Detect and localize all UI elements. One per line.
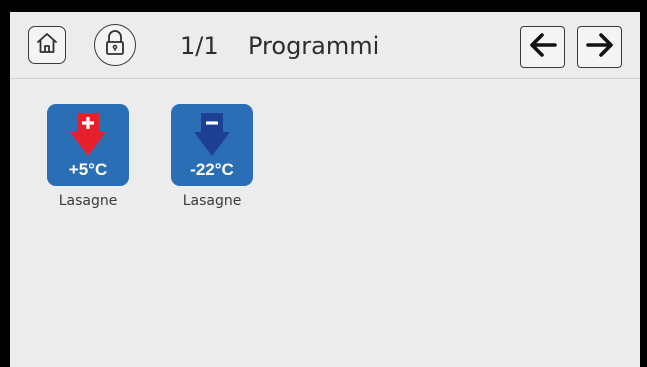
screen: 1/1 Programmi +5°C Lasagne -22°C Lasagne: [10, 12, 640, 367]
home-icon: [35, 31, 59, 60]
header-bar: 1/1 Programmi: [10, 12, 640, 79]
program-name: Lasagne: [58, 193, 118, 209]
program-name: Lasagne: [182, 193, 242, 209]
padlock-icon: [102, 29, 128, 62]
program-temperature: -22°C: [190, 160, 234, 179]
program-tile[interactable]: +5°C: [47, 104, 129, 186]
program-item[interactable]: +5°C Lasagne: [46, 104, 130, 209]
arrow-left-icon: [528, 32, 558, 63]
forward-button[interactable]: [577, 26, 622, 68]
arrow-right-icon: [585, 32, 615, 63]
page-indicator: 1/1: [180, 32, 219, 60]
program-item[interactable]: -22°C Lasagne: [170, 104, 254, 209]
page-title: Programmi: [248, 32, 380, 60]
program-tile[interactable]: -22°C: [171, 104, 253, 186]
home-button[interactable]: [28, 26, 66, 64]
program-temperature: +5°C: [68, 160, 108, 179]
lock-button[interactable]: [94, 24, 136, 66]
back-button[interactable]: [520, 26, 565, 68]
